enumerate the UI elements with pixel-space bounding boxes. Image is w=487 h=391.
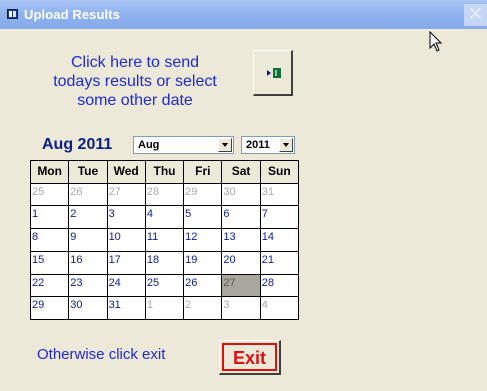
calendar-grid: Mon Tue Wed Thu Fri Sat Sun 25 26 27 28 29 30 31 1 2 3 4 5… xyxy=(30,160,299,320)
chevron-down-icon[interactable] xyxy=(218,138,232,152)
calendar-day[interactable]: 8 xyxy=(31,229,69,251)
calendar-day[interactable]: 18 xyxy=(145,251,184,274)
calendar-day[interactable]: 1 xyxy=(31,206,69,229)
weekday-header: Sat xyxy=(222,161,260,183)
calendar-day[interactable]: 29 xyxy=(184,183,222,206)
calendar-day[interactable]: 12 xyxy=(184,229,222,251)
calendar-day[interactable]: 26 xyxy=(69,183,107,206)
exit-button[interactable]: Exit xyxy=(219,340,281,375)
calendar-day[interactable]: 13 xyxy=(222,229,260,251)
calendar-day[interactable]: 29 xyxy=(31,297,69,319)
prompt-line-2: todays results or select xyxy=(53,73,217,90)
calendar-day[interactable]: 26 xyxy=(184,274,222,297)
calendar-day[interactable]: 25 xyxy=(145,274,184,297)
month-select-value: Aug xyxy=(138,139,160,151)
weekday-header: Sun xyxy=(260,161,298,183)
calendar-day[interactable]: 7 xyxy=(260,206,298,229)
calendar-day[interactable]: 17 xyxy=(107,251,145,274)
calendar-day[interactable]: 1 xyxy=(145,297,184,319)
calendar-day[interactable]: 31 xyxy=(260,183,298,206)
calendar-day[interactable]: 4 xyxy=(145,206,184,229)
calendar-day[interactable]: 28 xyxy=(260,274,298,297)
calendar-day[interactable]: 10 xyxy=(107,229,145,251)
calendar-day[interactable]: 21 xyxy=(260,251,298,274)
calendar-day[interactable]: 31 xyxy=(107,297,145,319)
year-select-value: 2011 xyxy=(246,139,270,151)
calendar-day[interactable]: 9 xyxy=(69,229,107,251)
send-records-icon xyxy=(267,68,281,78)
calendar-day[interactable]: 3 xyxy=(222,297,260,319)
calendar-day[interactable]: 27 xyxy=(107,183,145,206)
calendar-day[interactable]: 20 xyxy=(222,251,260,274)
calendar-day[interactable]: 11 xyxy=(145,229,184,251)
window-title: Upload Results xyxy=(24,7,121,22)
exit-prompt: Otherwise click exit xyxy=(37,346,166,363)
calendar-day[interactable]: 16 xyxy=(69,251,107,274)
form-icon xyxy=(7,9,18,19)
calendar-day[interactable]: 28 xyxy=(145,183,184,206)
calendar-day[interactable]: 19 xyxy=(184,251,222,274)
mouse-cursor-icon xyxy=(429,31,443,52)
chevron-down-icon[interactable] xyxy=(279,138,293,152)
weekday-header: Fri xyxy=(184,161,222,183)
calendar-day[interactable]: 23 xyxy=(69,274,107,297)
prompt-line-3: some other date xyxy=(77,92,193,109)
send-results-button[interactable] xyxy=(253,50,293,96)
month-select[interactable]: Aug xyxy=(133,136,234,154)
calendar-day[interactable]: 2 xyxy=(69,206,107,229)
exit-button-label: Exit xyxy=(222,343,277,371)
calendar-day[interactable]: 14 xyxy=(260,229,298,251)
weekday-header: Thu xyxy=(145,161,184,183)
calendar-day[interactable]: 6 xyxy=(222,206,260,229)
title-bar: Upload Results ✕ xyxy=(0,0,487,29)
prompt-line-1: Click here to send xyxy=(70,54,200,71)
calendar-day[interactable]: 2 xyxy=(184,297,222,319)
calendar-day[interactable]: 30 xyxy=(222,183,260,206)
send-prompt: Click here to send todays results or sel… xyxy=(22,53,248,110)
calendar-day[interactable]: 25 xyxy=(31,183,69,206)
calendar-day[interactable]: 15 xyxy=(31,251,69,274)
calendar-day[interactable]: 27 xyxy=(222,274,260,297)
calendar-day[interactable]: 5 xyxy=(184,206,222,229)
weekday-header: Tue xyxy=(69,161,107,183)
calendar-day[interactable]: 3 xyxy=(107,206,145,229)
calendar-day[interactable]: 30 xyxy=(69,297,107,319)
year-select[interactable]: 2011 xyxy=(241,136,295,154)
weekday-header: Mon xyxy=(31,161,69,183)
calendar-day[interactable]: 4 xyxy=(260,297,298,319)
weekday-header: Wed xyxy=(107,161,145,183)
calendar-day[interactable]: 24 xyxy=(107,274,145,297)
close-button[interactable]: ✕ xyxy=(464,4,487,26)
calendar-day[interactable]: 22 xyxy=(31,274,69,297)
calendar-month-label: Aug 2011 xyxy=(42,136,113,153)
